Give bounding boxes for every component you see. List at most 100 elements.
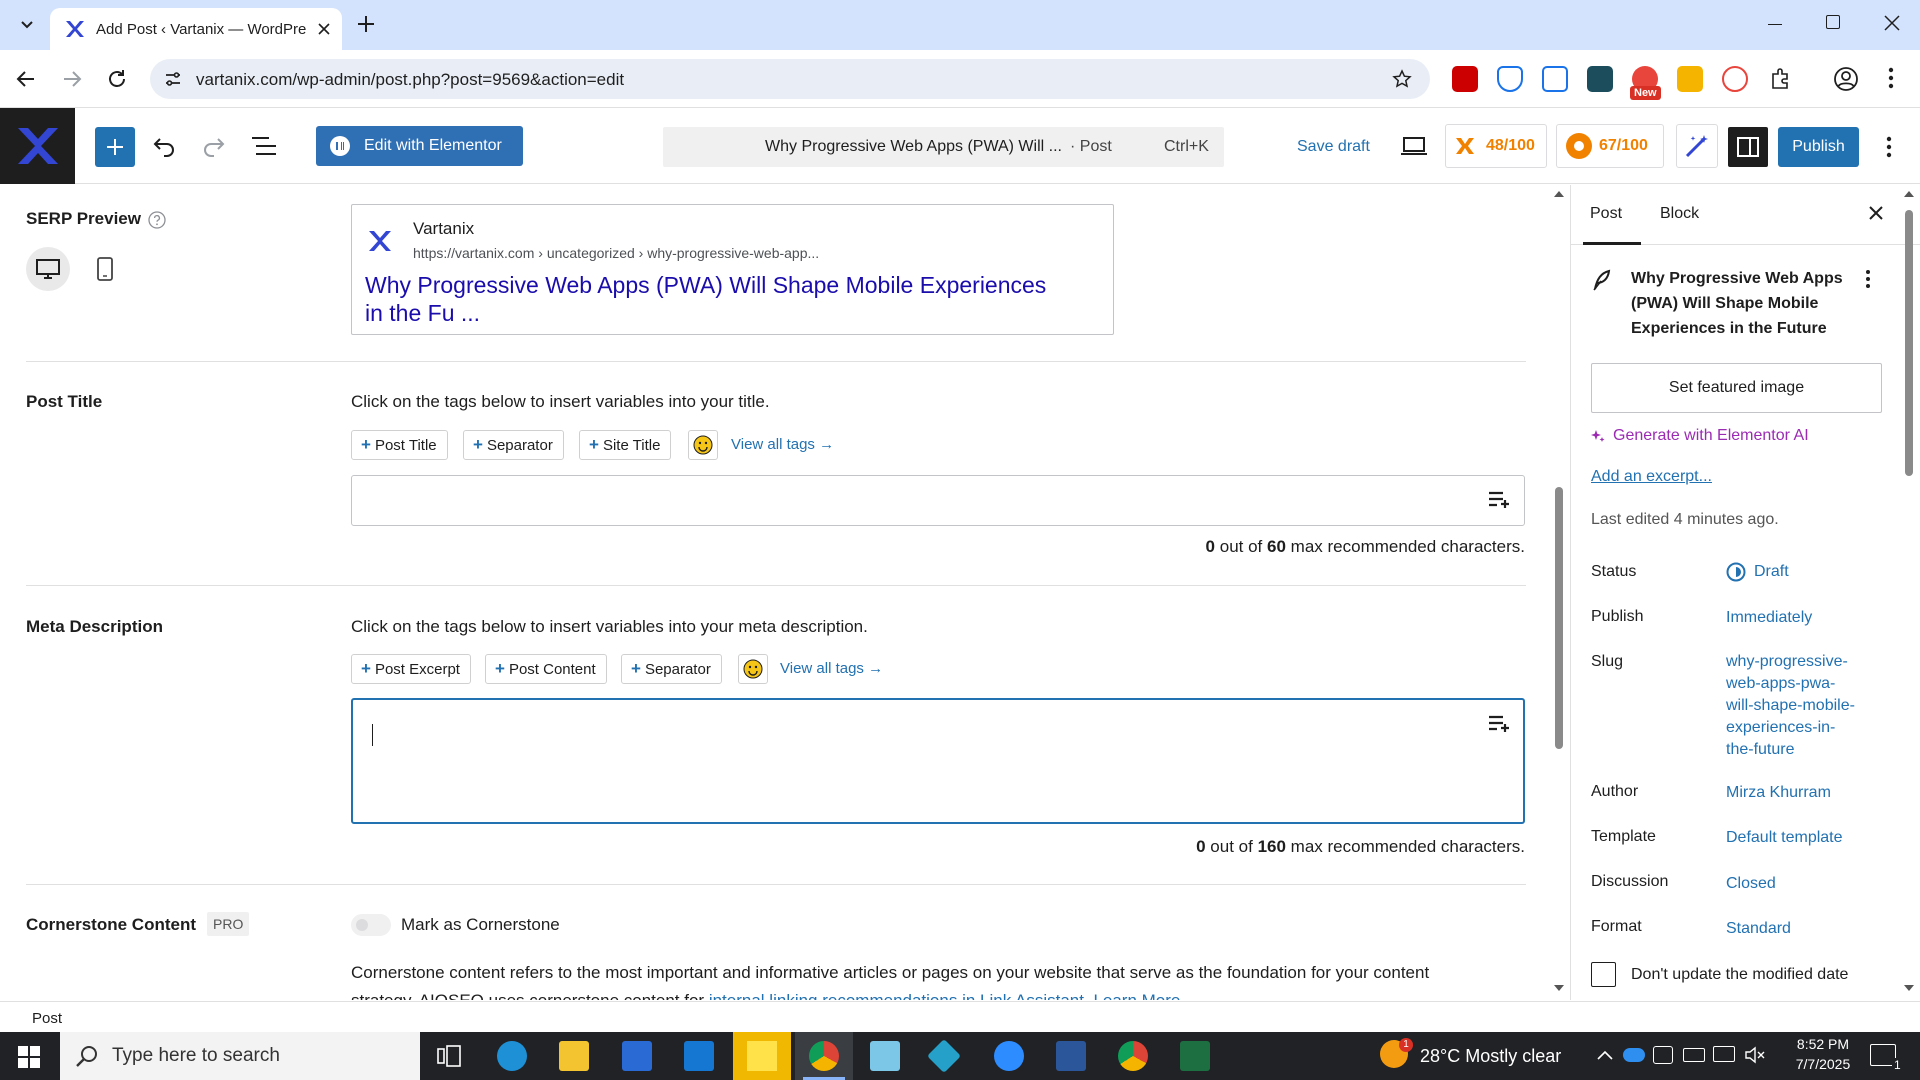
pen-app-icon[interactable] [870, 1041, 900, 1071]
new-tab-button[interactable] [355, 13, 377, 35]
settings-sidebar-toggle[interactable] [1728, 127, 1768, 167]
close-tab-icon[interactable] [318, 23, 330, 35]
edit-with-elementor-button[interactable]: Edit with Elementor [316, 126, 523, 166]
doc-extension-icon[interactable] [1542, 66, 1568, 92]
volume-muted-icon[interactable] [1745, 1046, 1765, 1064]
store-app-icon[interactable] [622, 1041, 652, 1071]
meta-description-input[interactable] [351, 698, 1525, 824]
chrome-menu-icon[interactable] [1888, 67, 1894, 89]
slug-value-button[interactable]: why-progressive- web-apps-pwa- will-shap… [1726, 651, 1855, 761]
task-view-icon[interactable] [437, 1045, 461, 1067]
onedrive-icon[interactable] [1623, 1048, 1645, 1062]
ai-tools-button[interactable] [1676, 124, 1718, 168]
mobile-icon[interactable] [97, 257, 113, 281]
zoom-app-icon[interactable] [994, 1041, 1024, 1071]
reload-icon[interactable] [106, 68, 128, 90]
redo-icon[interactable] [202, 136, 226, 158]
learn-more-link[interactable]: Learn More → [1093, 991, 1202, 1000]
network-icon[interactable] [1713, 1046, 1735, 1062]
clock[interactable]: 8:52 PM 7/7/2025 [1783, 1034, 1863, 1074]
chevron-up-icon[interactable] [1597, 1050, 1613, 1060]
tag-separator-button[interactable]: + Separator [463, 430, 564, 460]
template-value-button[interactable]: Default template [1726, 827, 1843, 849]
cornerstone-toggle[interactable] [351, 914, 391, 936]
battery-icon[interactable] [1683, 1048, 1705, 1062]
tag-separator-button[interactable]: + Separator [621, 654, 722, 684]
restore-button[interactable] [1826, 15, 1840, 29]
forward-arrow-icon[interactable] [62, 69, 82, 89]
publish-button[interactable]: Publish [1778, 127, 1859, 167]
mail-app-icon[interactable] [684, 1041, 714, 1071]
tag-post-content-button[interactable]: + Post Content [485, 654, 607, 684]
profile-icon[interactable] [1833, 66, 1859, 92]
pdf-extension-icon[interactable] [1452, 66, 1478, 92]
set-featured-image-button[interactable]: Set featured image [1591, 363, 1882, 413]
sticky-notes-app[interactable] [733, 1032, 791, 1080]
view-all-tags-link[interactable]: View all tags → [780, 660, 883, 677]
camera-icon[interactable] [1653, 1046, 1673, 1064]
post-title-input[interactable] [351, 475, 1525, 526]
options-menu-icon[interactable] [1886, 136, 1892, 158]
preview-device-icon[interactable] [1401, 136, 1427, 156]
edge-app-icon[interactable] [497, 1041, 527, 1071]
chrome-profile-icon[interactable] [1118, 1041, 1148, 1071]
word-app-icon[interactable] [1056, 1041, 1086, 1071]
link-assistant-link[interactable]: internal linking recommendations in Link… [709, 991, 1089, 1000]
seo-score-button[interactable]: 48/100 [1445, 124, 1547, 168]
post-actions-icon[interactable] [1865, 269, 1871, 289]
generate-ai-button[interactable]: Generate with Elementor AI [1591, 427, 1809, 445]
status-value-button[interactable]: Draft [1726, 561, 1789, 583]
publish-value-button[interactable]: Immediately [1726, 607, 1812, 629]
author-value-button[interactable]: Mirza Khurram [1726, 782, 1831, 804]
view-all-tags-link[interactable]: View all tags → [731, 436, 834, 453]
insert-tag-icon[interactable] [1488, 490, 1510, 510]
scrollbar-thumb[interactable] [1555, 487, 1563, 749]
format-value-button[interactable]: Standard [1726, 918, 1791, 940]
add-excerpt-link[interactable]: Add an excerpt... [1591, 468, 1712, 486]
sidebar-scrollbar-thumb[interactable] [1905, 210, 1913, 476]
site-logo-button[interactable] [0, 108, 75, 184]
help-icon[interactable] [148, 211, 166, 229]
weather-text[interactable]: 28°C Mostly clear [1420, 1046, 1561, 1067]
breadcrumb-post[interactable]: Post [32, 1010, 62, 1027]
scroll-down-icon[interactable] [1554, 985, 1564, 992]
undo-icon[interactable] [152, 136, 176, 158]
main-scrollbar[interactable] [1553, 185, 1565, 1000]
desktop-preview-button[interactable] [26, 247, 70, 291]
back-arrow-icon[interactable] [16, 69, 36, 89]
tab-post[interactable]: Post [1590, 205, 1622, 223]
tab-block[interactable]: Block [1660, 205, 1699, 223]
aioseo-score-button[interactable]: 67/100 [1556, 124, 1664, 168]
sidebar-scroll-up-icon[interactable] [1904, 190, 1914, 197]
insert-tag-icon[interactable] [1488, 714, 1510, 734]
bookmark-star-icon[interactable] [1392, 69, 1412, 89]
block-inserter-button[interactable] [95, 127, 135, 167]
pokeball-extension-icon[interactable] [1722, 66, 1748, 92]
folder-extension-icon[interactable] [1587, 66, 1613, 92]
site-info-icon[interactable] [164, 70, 182, 88]
excel-app-icon[interactable] [1180, 1041, 1210, 1071]
emoji-picker-button[interactable] [738, 654, 768, 684]
tab-search-button[interactable] [14, 12, 40, 38]
diamond-app-icon[interactable] [927, 1039, 961, 1073]
emoji-picker-button[interactable] [688, 430, 718, 460]
discussion-value-button[interactable]: Closed [1726, 873, 1776, 895]
minimize-button[interactable] [1768, 24, 1782, 25]
scroll-up-icon[interactable] [1554, 190, 1564, 197]
tag-site-title-button[interactable]: + Site Title [579, 430, 672, 460]
save-draft-button[interactable]: Save draft [1297, 138, 1370, 156]
shield-extension-icon[interactable] [1497, 66, 1523, 92]
browser-tab-active[interactable]: Add Post ‹ Vartanix — WordPre [50, 8, 342, 50]
chrome-app-active[interactable] [795, 1032, 853, 1080]
coupon-extension-icon[interactable] [1677, 66, 1703, 92]
serp-title[interactable]: Why Progressive Web Apps (PWA) Will Shap… [365, 271, 1046, 327]
windows-start-icon[interactable] [18, 1046, 40, 1068]
document-overview-icon[interactable] [251, 136, 277, 156]
close-window-icon[interactable] [1884, 15, 1900, 31]
tag-post-excerpt-button[interactable]: + Post Excerpt [351, 654, 471, 684]
close-sidebar-icon[interactable] [1869, 206, 1883, 220]
extensions-puzzle-icon[interactable] [1769, 67, 1793, 91]
sidebar-scroll-down-icon[interactable] [1904, 985, 1914, 992]
taskbar-search-box[interactable]: Type here to search [60, 1032, 420, 1080]
dont-update-checkbox[interactable] [1591, 962, 1616, 987]
